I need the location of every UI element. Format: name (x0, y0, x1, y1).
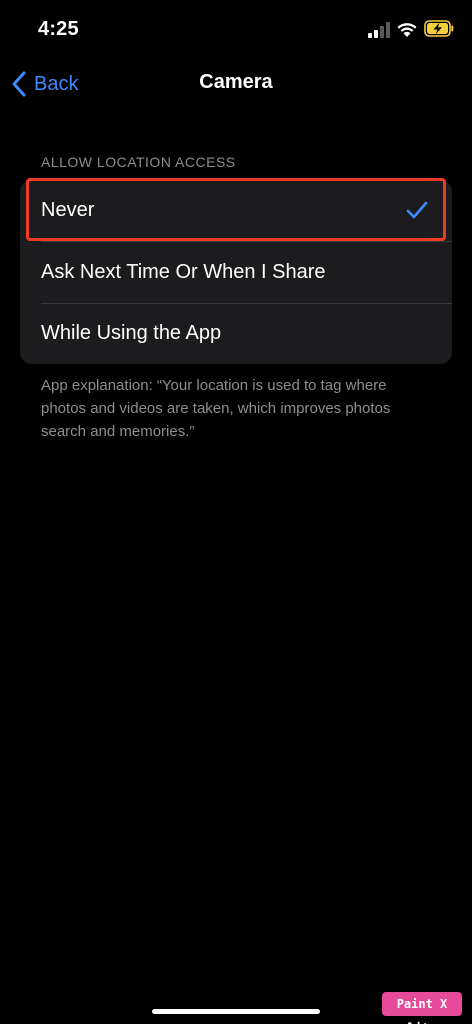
section-header: ALLOW LOCATION ACCESS (41, 154, 236, 170)
option-never[interactable]: Never (20, 180, 452, 241)
option-label: Ask Next Time Or When I Share (41, 261, 326, 283)
wifi-icon (397, 23, 417, 37)
option-label: Never (41, 199, 95, 221)
battery-charging-icon (424, 20, 454, 37)
option-ask-next-time[interactable]: Ask Next Time Or When I Share (20, 242, 452, 303)
page-title: Camera (199, 71, 273, 93)
screen: 4:25 Back Camera ALLOW LOCATION ACCESS N… (0, 0, 472, 1024)
watermark-badge: Paint X lite (382, 992, 462, 1024)
checkmark-icon (406, 201, 428, 219)
status-bar: 4:25 (0, 0, 472, 60)
status-time: 4:25 (38, 18, 79, 40)
option-label: While Using the App (41, 322, 222, 344)
home-indicator[interactable] (152, 1009, 320, 1014)
app-explanation-text: App explanation: “Your location is used … (41, 377, 391, 440)
option-while-using[interactable]: While Using the App (20, 303, 452, 364)
signal-icon (368, 22, 390, 38)
nav-bar: Back Camera (0, 60, 472, 108)
location-options-group: Never Ask Next Time Or When I Share Whil… (20, 180, 452, 364)
